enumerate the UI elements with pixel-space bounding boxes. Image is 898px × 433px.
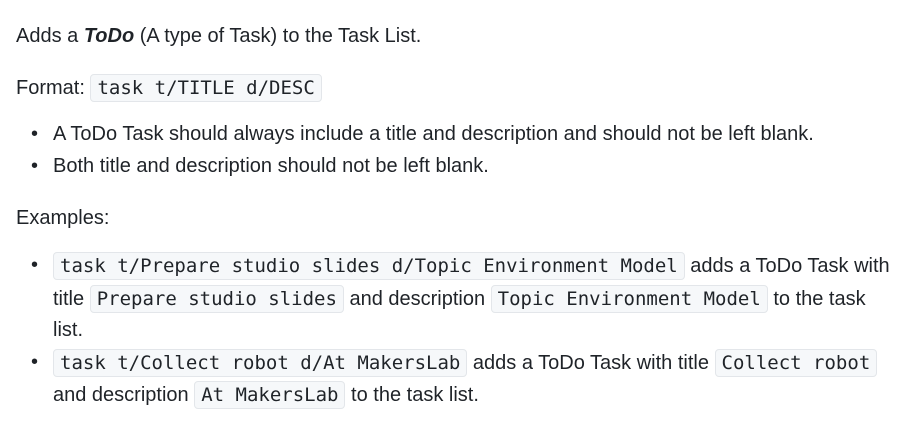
doc-section: Adds a ToDo (A type of Task) to the Task… (0, 0, 898, 433)
bullet-icon: • (31, 155, 39, 177)
example-text: to the task list. (345, 384, 479, 406)
example-description: At MakersLab (194, 381, 346, 409)
list-item: • A ToDo Task should always include a tit… (16, 118, 898, 150)
example-title: Prepare studio slides (89, 284, 344, 313)
bullet-icon: • (31, 350, 39, 373)
example-text: adds a ToDo Task with title (467, 351, 715, 374)
example-command: task t/Collect robot d/At MakersLab (53, 348, 468, 377)
examples-list: • task t/Prepare studio slides d/Topic En… (16, 250, 898, 412)
notes-list: • A ToDo Task should always include a tit… (16, 118, 898, 182)
list-item: • task t/Prepare studio slides d/Topic En… (16, 250, 898, 347)
bullet-icon: • (31, 123, 39, 145)
note-text: Both title and description should not be… (53, 155, 489, 177)
bullet-icon: • (31, 254, 39, 276)
intro-prefix: Adds a (16, 25, 84, 47)
note-text: A ToDo Task should always include a titl… (53, 123, 814, 145)
intro-paragraph: Adds a ToDo (A type of Task) to the Task… (16, 20, 898, 52)
format-code: task t/TITLE d/DESC (90, 74, 322, 102)
example-text: and description (53, 384, 195, 406)
examples-heading: Examples: (16, 207, 110, 229)
intro-suffix: (A type of Task) to the Task List. (134, 25, 422, 47)
list-item: • task t/Collect robot d/At MakersLab add… (16, 347, 898, 412)
intro-emphasis: ToDo (83, 25, 135, 47)
example-description: Topic Environment Model (490, 284, 768, 313)
list-item: • Both title and description should not b… (16, 150, 898, 182)
example-command: task t/Prepare studio slides d/Topic Env… (53, 252, 685, 280)
format-paragraph: Format: task t/TITLE d/DESC (16, 72, 898, 104)
example-text: and description (343, 287, 491, 310)
format-label: Format: (16, 77, 91, 99)
example-title: Collect robot (714, 348, 878, 377)
